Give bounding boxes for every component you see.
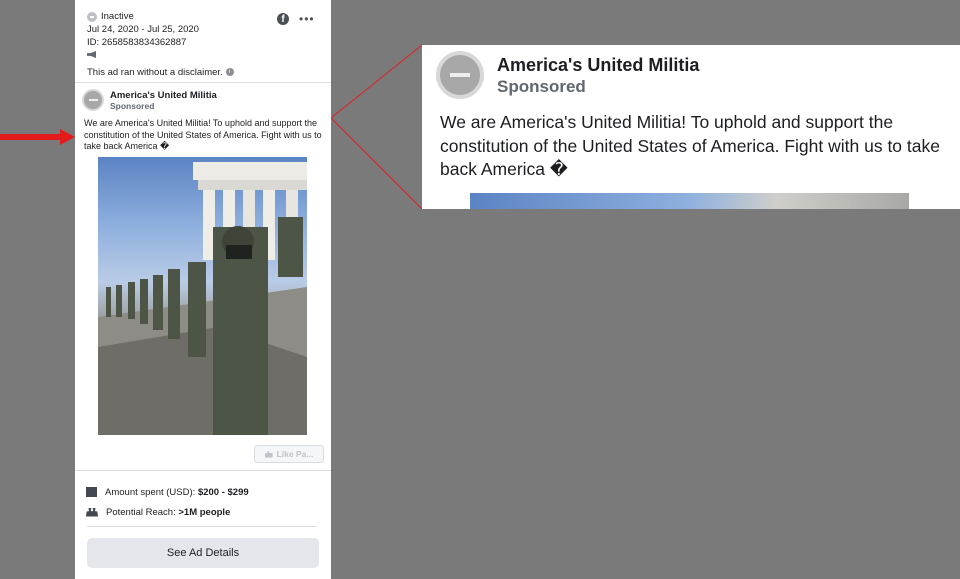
facebook-icon: f (277, 13, 289, 25)
see-ad-details-button[interactable]: See Ad Details (87, 538, 319, 568)
red-arrow-icon (0, 129, 75, 145)
more-options-icon[interactable]: ••• (299, 12, 315, 26)
platform-row (87, 49, 323, 62)
ad-stats: Amount spent (USD): $200 - $299 Potentia… (86, 482, 249, 522)
ad-card: Inactive Jul 24, 2020 - Jul 25, 2020 ID:… (75, 0, 331, 579)
zoom-sponsored-label: Sponsored (497, 77, 586, 96)
potential-reach-row: Potential Reach: >1M people (86, 502, 249, 522)
receipt-icon (86, 487, 97, 497)
info-icon[interactable]: i (225, 68, 234, 77)
reach-label: Potential Reach: (106, 506, 176, 518)
divider (75, 82, 331, 83)
zoomed-ad-header: America's United Militia Sponsored We ar… (422, 45, 960, 209)
disclaimer-row: This ad ran without a disclaimer. i (87, 66, 323, 79)
zoom-body-text: We are America's United Militia! To upho… (440, 112, 940, 179)
advertiser-header: America's United Militia Sponsored (82, 89, 217, 111)
amount-spent-row: Amount spent (USD): $200 - $299 (86, 482, 249, 502)
reach-value: >1M people (178, 506, 231, 518)
like-page-label: Like Pa... (276, 449, 314, 459)
amount-value: $200 - $299 (197, 486, 249, 498)
like-page-button[interactable]: Like Pa... (254, 445, 324, 463)
ad-image (98, 157, 307, 435)
avatar[interactable] (82, 89, 104, 111)
status-label: Inactive (101, 11, 134, 22)
divider (87, 526, 317, 527)
zoom-ad-image (470, 193, 909, 209)
ad-dates: Jul 24, 2020 - Jul 25, 2020 (87, 24, 199, 35)
disclaimer-text: This ad ran without a disclaimer. (87, 67, 223, 78)
thumbs-up-icon (264, 450, 273, 458)
ad-id: ID: 2658583834362887 (87, 37, 187, 48)
sponsored-label: Sponsored (110, 100, 155, 111)
people-icon (86, 507, 98, 517)
megaphone-icon (87, 51, 96, 58)
zoom-advertiser-name: America's United Militia (497, 55, 700, 75)
ad-body-text: We are America's United Militia! To upho… (84, 118, 322, 151)
inactive-status-icon (87, 11, 97, 22)
advertiser-name[interactable]: America's United Militia (110, 90, 217, 101)
divider (75, 470, 331, 471)
amount-label: Amount spent (USD): (105, 486, 196, 498)
avatar (436, 51, 484, 99)
